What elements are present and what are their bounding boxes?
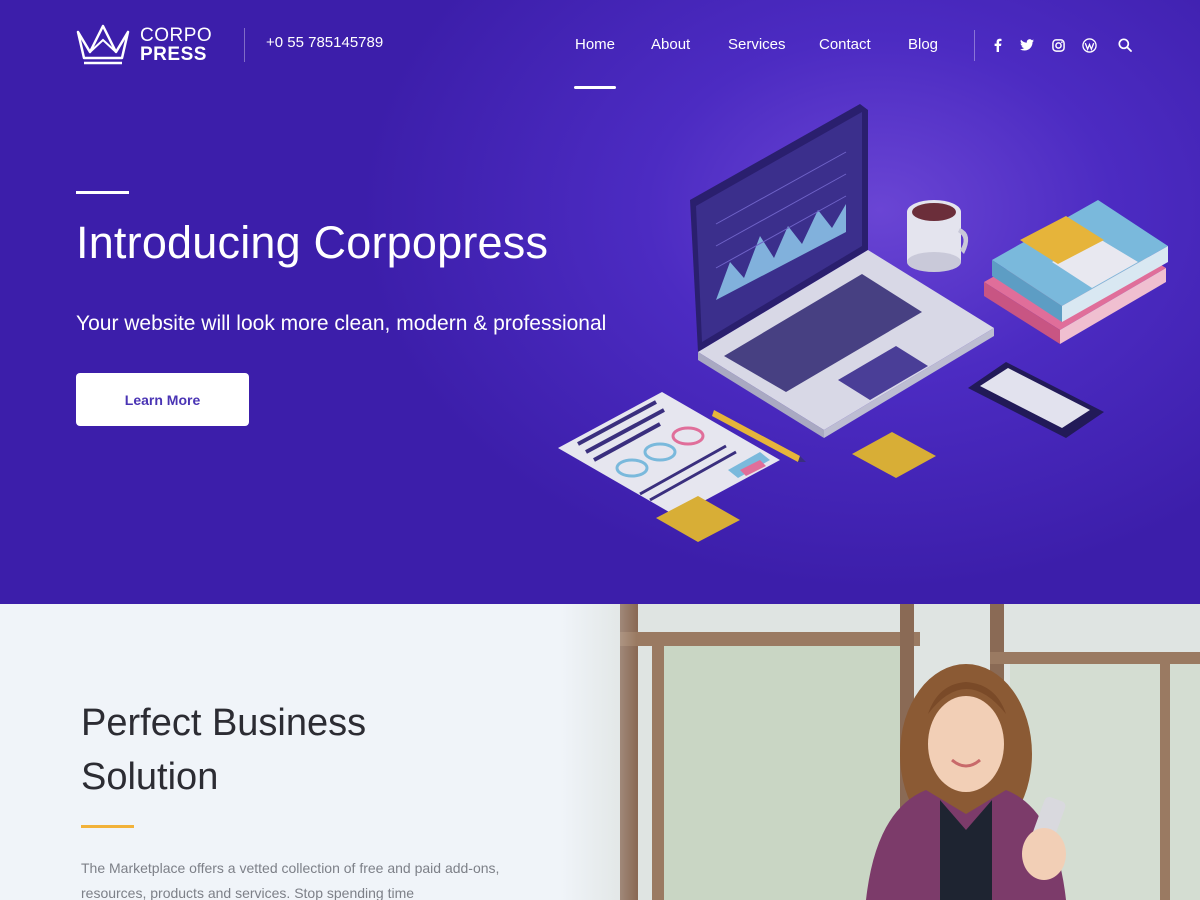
hero-section: CORPO PRESS +0 55 785145789 Home About S… [0, 0, 1200, 604]
nav-services[interactable]: Services [728, 36, 786, 53]
book-stack [984, 200, 1168, 344]
logo-text-bottom: PRESS [140, 44, 207, 65]
nav-blog[interactable]: Blog [908, 36, 938, 53]
learn-more-button[interactable]: Learn More [76, 373, 249, 426]
nav-about[interactable]: About [651, 36, 690, 53]
facebook-icon[interactable] [989, 37, 1005, 53]
hero-title: Introducing Corpopress [76, 217, 549, 268]
workspace-illustration [558, 104, 1168, 542]
hero-accent-line [76, 191, 129, 194]
hero-subtitle: Your website will look more clean, moder… [76, 312, 607, 335]
instagram-icon[interactable] [1050, 37, 1066, 53]
section-accent-line [81, 825, 134, 828]
phone-number[interactable]: +0 55 785145789 [266, 34, 383, 51]
site-logo[interactable]: CORPO PRESS [76, 22, 212, 68]
section-title: Perfect Business Solution [81, 702, 367, 798]
wordpress-icon[interactable] [1081, 37, 1097, 53]
sticky-note [852, 432, 936, 478]
section-text: The Marketplace offers a vetted collecti… [81, 860, 500, 900]
coffee-mug [907, 200, 969, 272]
nav-home[interactable]: Home [575, 36, 615, 53]
business-section: Perfect Business Solution The Marketplac… [0, 604, 1200, 900]
nav-divider [974, 30, 975, 61]
report-document [558, 392, 780, 516]
crown-logo-icon [76, 24, 130, 65]
twitter-icon[interactable] [1019, 37, 1035, 53]
nav-active-indicator [574, 86, 616, 89]
nav-contact[interactable]: Contact [819, 36, 871, 53]
header-divider [244, 28, 245, 62]
logo-text-top: CORPO [140, 25, 213, 46]
logo-wordmark: CORPO PRESS [140, 26, 212, 64]
search-icon[interactable] [1117, 37, 1133, 53]
smartphone [968, 362, 1104, 438]
businesswoman-photo [560, 604, 1200, 900]
